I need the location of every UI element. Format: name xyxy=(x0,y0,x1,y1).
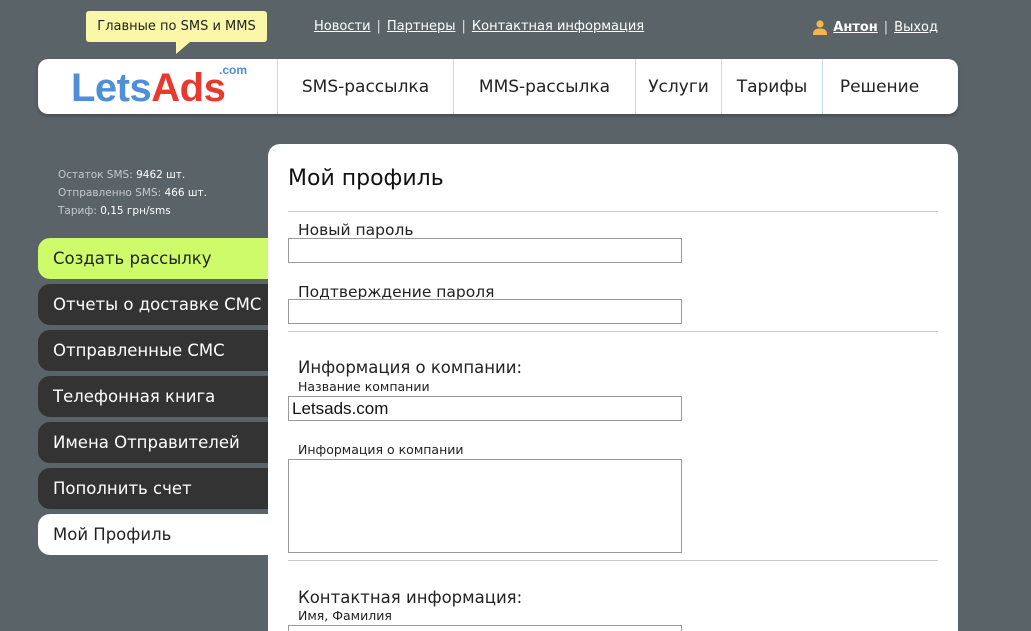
full-name-field[interactable] xyxy=(288,625,682,631)
full-name-label: Имя, Фамилия xyxy=(298,608,392,623)
link-separator: | xyxy=(883,19,889,35)
promo-bubble: Главные по SMS и MMS xyxy=(86,11,267,54)
sidebar-item-sender-names[interactable]: Имена Отправителей xyxy=(38,422,268,463)
stat-tariff: Тариф: 0,15 грн/sms xyxy=(58,205,171,217)
company-name-field[interactable]: Letsads.com xyxy=(288,396,682,421)
news-link[interactable]: Новости xyxy=(314,19,371,34)
nav-tariffs[interactable]: Тарифы xyxy=(722,59,823,114)
logo[interactable]: LetsAds .com xyxy=(38,59,278,114)
nav-services[interactable]: Услуги xyxy=(636,59,722,114)
company-section-heading: Информация о компании: xyxy=(298,358,523,377)
sidebar-item-phonebook[interactable]: Телефонная книга xyxy=(38,376,268,417)
contact-section-heading: Контактная информация: xyxy=(298,588,523,607)
stat-sent: Отправленно SMS: 466 шт. xyxy=(58,187,207,199)
logo-part1: Lets xyxy=(71,66,152,110)
logout-link[interactable]: Выход xyxy=(894,20,938,35)
link-separator: | xyxy=(461,19,466,34)
sidebar-item-delivery-reports[interactable]: Отчеты о доставке СМС xyxy=(38,284,268,325)
page-title: Мой профиль xyxy=(288,166,444,191)
logo-suffix: .com xyxy=(219,63,248,77)
user-icon xyxy=(812,19,828,35)
top-links: Новости | Партнеры | Контактная информация xyxy=(314,19,644,34)
username-link[interactable]: Антон xyxy=(833,20,878,35)
sidebar-item-sent-sms[interactable]: Отправленные СМС xyxy=(38,330,268,371)
contacts-link[interactable]: Контактная информация xyxy=(472,19,644,34)
logo-part2: Ads xyxy=(151,66,226,110)
stat-balance: Остаток SMS: 9462 шт. xyxy=(58,169,186,181)
divider xyxy=(288,560,938,561)
company-name-label: Название компании xyxy=(298,379,430,394)
nav-sms[interactable]: SMS-рассылка xyxy=(278,59,454,114)
company-info-textarea[interactable] xyxy=(288,459,682,553)
nav-mms[interactable]: MMS-рассылка xyxy=(454,59,636,114)
divider xyxy=(288,331,938,332)
profile-panel: Мой профиль Новый пароль Подтверждение п… xyxy=(268,144,958,631)
new-password-field[interactable] xyxy=(288,238,682,263)
sidebar-item-top-up[interactable]: Пополнить счет xyxy=(38,468,268,509)
confirm-password-field[interactable] xyxy=(288,299,682,324)
sidebar-menu: Создать рассылку Отчеты о доставке СМС О… xyxy=(38,238,268,560)
user-area: Антон | Выход xyxy=(812,19,938,35)
partners-link[interactable]: Партнеры xyxy=(387,19,456,34)
link-separator: | xyxy=(376,19,381,34)
nav-solutions[interactable]: Решение xyxy=(823,59,936,114)
divider xyxy=(288,211,938,212)
company-info-label: Информация о компании xyxy=(298,442,464,457)
new-password-label: Новый пароль xyxy=(298,221,414,239)
account-stats: Остаток SMS: 9462 шт. Отправленно SMS: 4… xyxy=(58,166,207,220)
sidebar-item-profile[interactable]: Мой Профиль xyxy=(38,514,268,555)
sidebar-item-create-campaign[interactable]: Создать рассылку xyxy=(38,238,268,279)
header-nav: LetsAds .com SMS-рассылка MMS-рассылка У… xyxy=(38,59,958,114)
